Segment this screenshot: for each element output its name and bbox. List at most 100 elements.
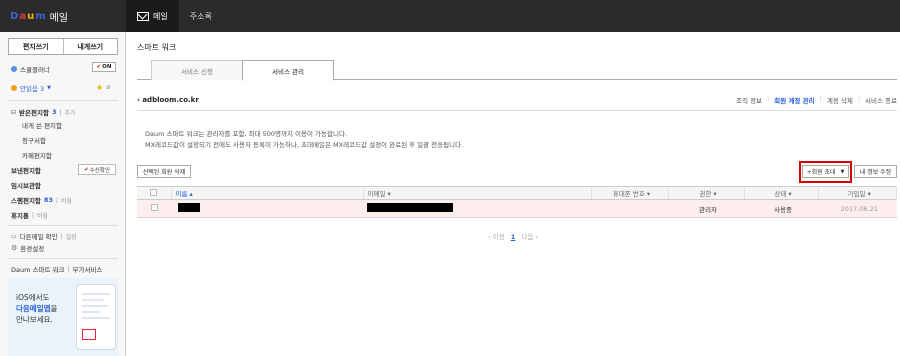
column-label: 권한 (699, 190, 712, 198)
tab-mail-label: 메일 (153, 11, 168, 21)
star-icon[interactable]: ★ (96, 83, 103, 92)
redacted-name (178, 203, 200, 212)
notice-line-2: MX레코드값이 설정되기 전에도 사용자 등록이 가능하나, 초대메일은 MX레… (145, 141, 464, 149)
column-status[interactable]: 상태 ▾ (744, 186, 819, 200)
mail-icon (137, 11, 149, 21)
sidebar-item-inbox[interactable]: ⊟ 받은편지함 3 | 추가 (11, 107, 76, 117)
inbox-add-link[interactable]: 추가 (65, 108, 76, 117)
chevron-down-icon: ▼ (47, 85, 52, 91)
cell-name (171, 199, 363, 218)
tab-contacts-label: 주소록 (189, 11, 212, 21)
logo-letter: D (10, 10, 19, 22)
invite-member-button[interactable]: +회원 초대 ▼ (802, 165, 849, 178)
logo-letter: u (27, 10, 35, 22)
inbox-count: 3 (51, 108, 57, 116)
other-mail-row[interactable]: ▭ 다른메일 확인 | 설정 (11, 231, 77, 242)
clip-icon[interactable]: ⌀ (106, 83, 110, 91)
logo-letter: m (35, 10, 46, 22)
daum-logo-mark: Daum (10, 11, 46, 22)
divider (8, 225, 118, 226)
scheduler-row[interactable]: 스쿨클러너 (11, 64, 50, 74)
chevron-right-icon: › (137, 96, 140, 104)
top-bar: Daum 메일 메일 주소록 (0, 0, 900, 32)
delete-selected-button[interactable]: 선택된 회원 삭제 (137, 165, 191, 178)
table-header: 이름 ▴ 이메일 ▾ 휴대폰 번호 ▾ 권한 ▾ 상태 ▾ 가입일 ▾ (137, 186, 897, 200)
pager-prev[interactable]: ‹ 이전 (488, 233, 505, 241)
sidebar-item-self-mail[interactable]: 내게 쓴 편지함 (22, 120, 62, 130)
spam-label: 스팸편지함 (11, 197, 41, 205)
service-end-link[interactable]: 서비스 종료 (865, 95, 897, 105)
column-label: 상태 (774, 190, 787, 198)
gear-icon: ⚙ (11, 244, 18, 252)
column-joined[interactable]: 가입일 ▾ (818, 186, 897, 200)
sidebar-item-drafts[interactable]: 임시보관함 (11, 180, 41, 190)
spam-empty-link[interactable]: 비움 (61, 196, 72, 205)
app-title: 메일 (49, 12, 69, 24)
pager-next[interactable]: 다음 › (521, 233, 538, 241)
chevron-down-icon: ▼ (840, 168, 845, 175)
tab-service-manage[interactable]: 서비스 관리 (242, 60, 334, 81)
sidebar-item-sent[interactable]: 보낸편지함 (11, 165, 41, 175)
folder-label: 내게 쓴 편지함 (22, 122, 63, 130)
row-checkbox[interactable] (137, 199, 171, 218)
column-email[interactable]: 이메일 ▾ (363, 186, 592, 200)
divider (137, 110, 897, 111)
member-account-link[interactable]: 회원 계정 관리 (774, 95, 814, 105)
column-name[interactable]: 이름 ▴ (171, 186, 364, 200)
receipt-check-button[interactable]: ✔ 수신확인 (78, 164, 116, 175)
unread-icon (11, 85, 17, 91)
daum-logo[interactable]: Daum 메일 (10, 7, 68, 25)
cell-email (363, 199, 591, 218)
check-icon: ✔ (96, 64, 102, 70)
receipt-label: 수신확인 (89, 167, 110, 174)
sidebar-item-spam[interactable]: 스팸편지함 83 | 비움 (11, 195, 72, 205)
table-row[interactable]: 관리자 사용중 2017.06.21 (137, 199, 897, 218)
edit-my-info-button[interactable]: 내 정보 수정 (854, 165, 897, 178)
tab-mail[interactable]: 메일 (126, 0, 179, 32)
column-label: 이메일 (367, 190, 386, 198)
write-button[interactable]: 편지쓰기 (9, 39, 64, 54)
extra-services-link[interactable]: 부가서비스 (73, 264, 103, 274)
members-table: 이름 ▴ 이메일 ▾ 휴대폰 번호 ▾ 권한 ▾ 상태 ▾ 가입일 ▾ 관리자 … (137, 186, 897, 218)
column-phone[interactable]: 휴대폰 번호 ▾ (591, 186, 669, 200)
scheduler-icon (11, 66, 17, 72)
write-buttons: 편지쓰기 내게쓰기 (8, 38, 118, 55)
org-info-link[interactable]: 조직 정보 (736, 95, 762, 105)
manage-sublinks: 조직 정보 | 회원 계정 관리 | 계정 삭제 | 서비스 종료 (736, 95, 897, 105)
domain-name: adbloom.co.kr (142, 96, 199, 104)
scheduler-toggle[interactable]: ✔ ON (92, 62, 116, 72)
sidebar-item-cafe[interactable]: 카페편지함 (22, 150, 52, 160)
sent-label: 보낸편지함 (11, 167, 41, 175)
self-write-button[interactable]: 내게쓰기 (64, 39, 118, 54)
app-ad-banner[interactable]: iOS에서도 다음메일앱을 만나보세요. (8, 278, 118, 356)
unread-row[interactable]: 안읽음 3 ▼ (11, 83, 51, 93)
mail-app-icon (82, 329, 96, 340)
column-role[interactable]: 권한 ▾ (668, 186, 745, 200)
unread-label: 안읽음 3 (20, 85, 45, 93)
account-delete-link[interactable]: 계정 삭제 (827, 95, 853, 105)
ad-text: iOS에서도 다음메일앱을 만나보세요. (16, 292, 57, 325)
smart-work-link[interactable]: Daum 스마트 워크 (11, 264, 64, 274)
invite-label: +회원 초대 (806, 169, 836, 176)
service-notice: Daum 스마트 워크는 관리자를 포함, 최대 500명까지 이용이 가능합니… (145, 129, 463, 151)
select-all-checkbox[interactable] (137, 186, 172, 200)
pager-page-1[interactable]: 1 (511, 233, 516, 241)
page-title: 스마트 워크 (137, 43, 177, 52)
column-label: 휴대폰 번호 (612, 190, 645, 198)
scheduler-label: 스쿨클러너 (20, 66, 50, 74)
notice-line-1: Daum 스마트 워크는 관리자를 포함, 최대 500명까지 이용이 가능합니… (145, 130, 348, 138)
tab-contacts[interactable]: 주소록 (179, 0, 223, 32)
other-mail-label: 다른메일 확인 (19, 233, 58, 241)
sidebar: 편지쓰기 내게쓰기 스쿨클러너 ✔ ON 안읽음 3 ▼ ★ ⌀ ⊟ 받은편지함 … (0, 32, 126, 356)
check-icon: ✔ (84, 166, 89, 173)
other-mail-settings-link[interactable]: 설정 (66, 232, 77, 241)
sidebar-item-bills[interactable]: 청구서함 (22, 135, 46, 145)
service-links: Daum 스마트 워크 | 부가서비스 (11, 264, 103, 275)
folder-label: 카페편지함 (22, 152, 52, 160)
settings-row[interactable]: ⚙ 환경설정 (11, 243, 44, 253)
tab-service-apply[interactable]: 서비스 신청 (151, 60, 243, 80)
sidebar-item-trash[interactable]: 휴지통 | 비움 (11, 210, 48, 221)
ad-line-3: 만나보세요. (16, 315, 53, 324)
drafts-label: 임시보관함 (11, 182, 41, 190)
trash-empty-link[interactable]: 비움 (37, 211, 48, 220)
